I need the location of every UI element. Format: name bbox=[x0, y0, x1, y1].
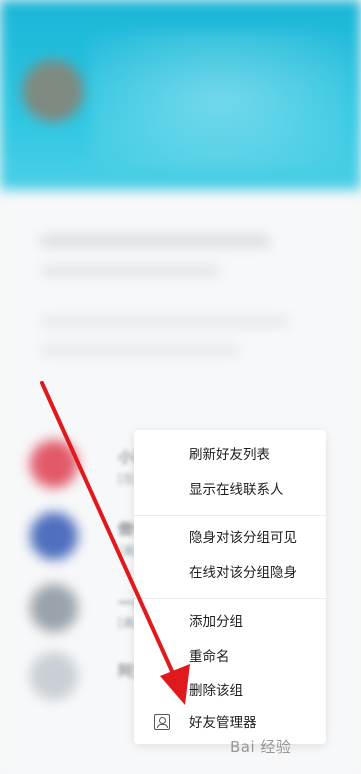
screen: 小菜是小... [在线]最新动态... 傲中开小号 [离线]想要点... 一朵花… bbox=[0, 0, 361, 774]
friend-avatar bbox=[30, 512, 78, 560]
avatar bbox=[22, 60, 84, 122]
menu-item-invisible-visible[interactable]: 隐身对该分组可见 bbox=[189, 529, 297, 547]
menu-item-rename[interactable]: 重命名 bbox=[189, 648, 230, 666]
menu-item-friend-manager[interactable]: 好友管理器 bbox=[189, 714, 257, 732]
friend-avatar bbox=[30, 652, 78, 700]
profile-header bbox=[0, 0, 361, 190]
menu-item-delete-group[interactable]: 删除该组 bbox=[189, 682, 243, 700]
menu-item-add-group[interactable]: 添加分组 bbox=[189, 613, 243, 631]
friend-manager-icon bbox=[154, 714, 170, 730]
friend-avatar bbox=[30, 440, 78, 488]
menu-item-show-online[interactable]: 显示在线联系人 bbox=[189, 481, 284, 499]
watermark: Bai 经验 bbox=[230, 738, 292, 756]
menu-item-online-hidden[interactable]: 在线对该分组隐身 bbox=[189, 564, 297, 582]
menu-divider bbox=[134, 598, 326, 599]
menu-divider bbox=[134, 515, 326, 516]
menu-item-refresh-friends[interactable]: 刷新好友列表 bbox=[189, 446, 270, 464]
friend-avatar bbox=[30, 584, 78, 632]
context-menu: 刷新好友列表 显示在线联系人 隐身对该分组可见 在线对该分组隐身 添加分组 重命… bbox=[134, 430, 326, 744]
